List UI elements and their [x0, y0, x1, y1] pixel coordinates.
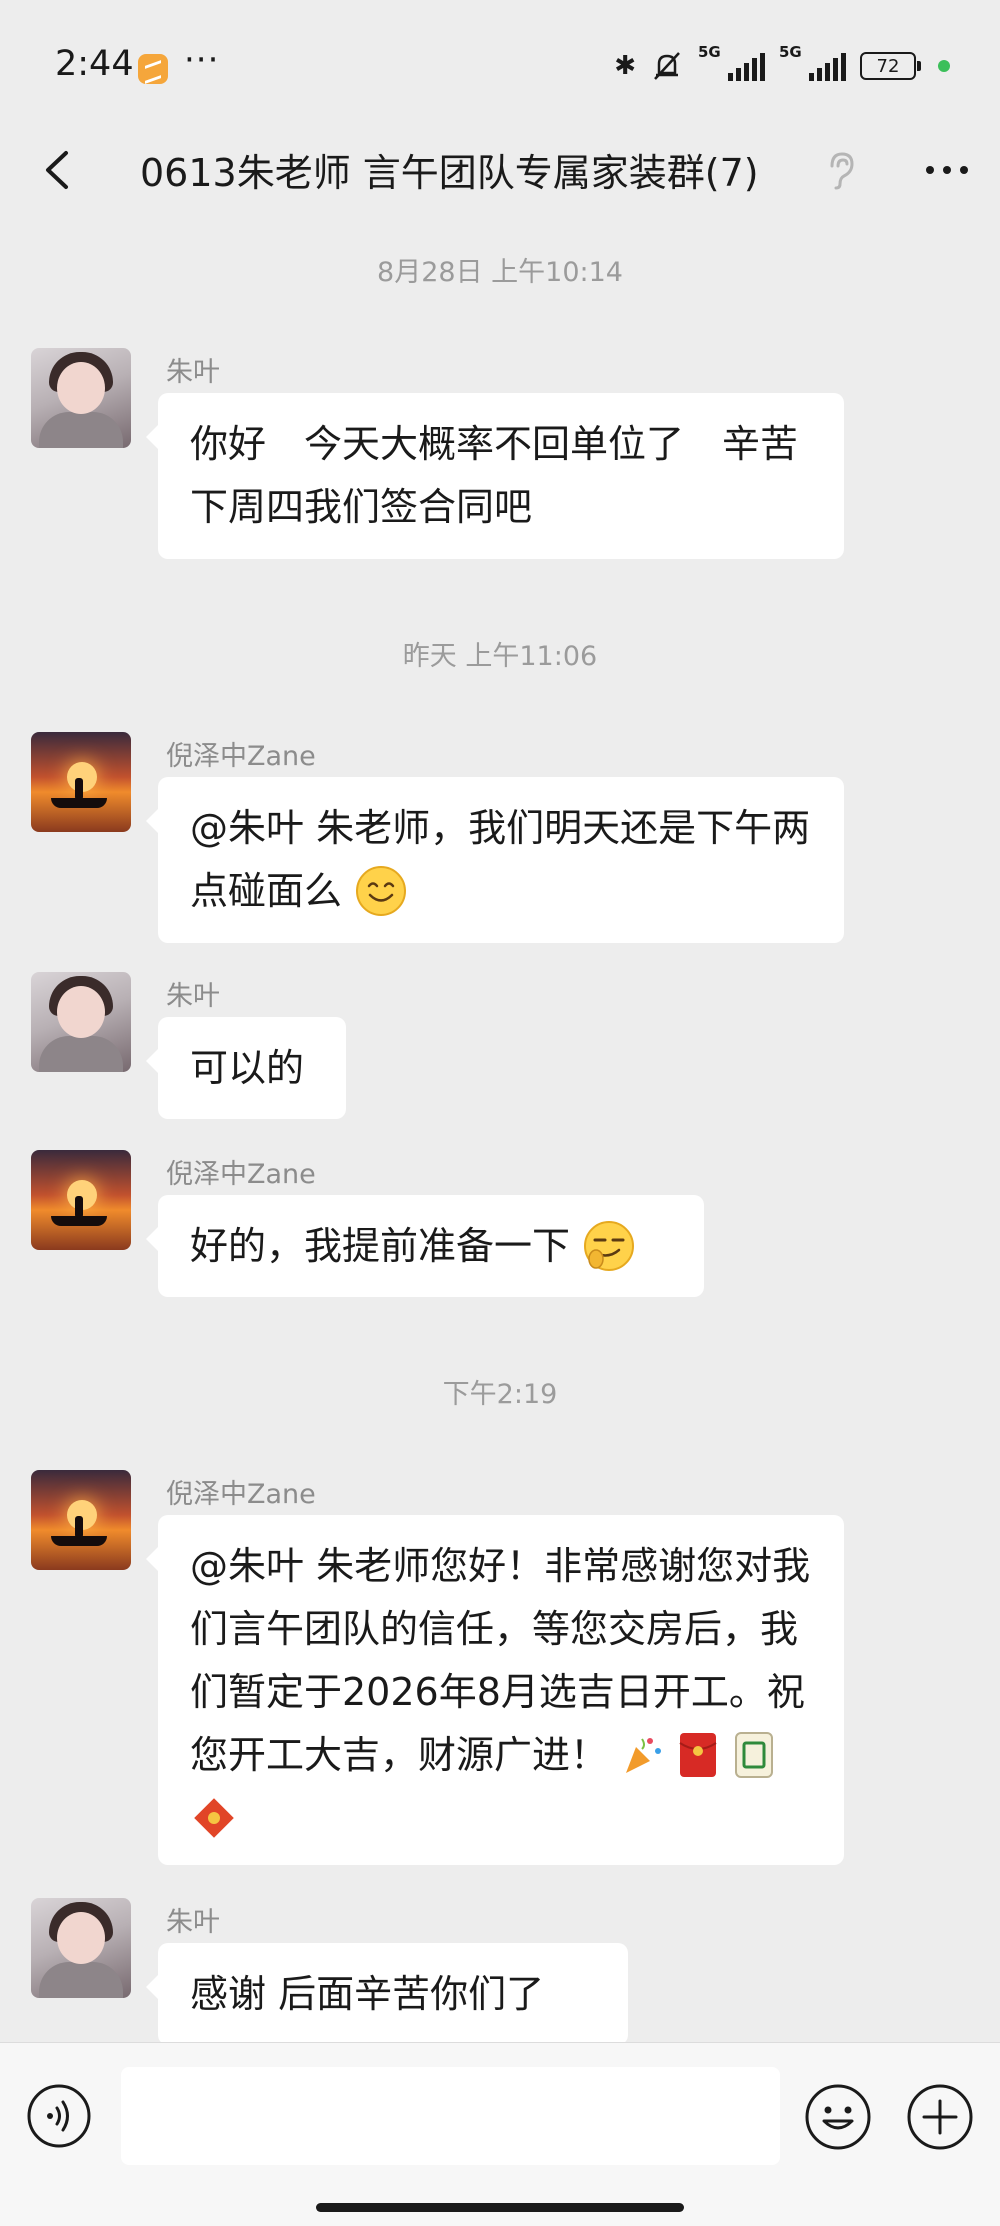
message-bubble[interactable]: 可以的	[146, 1017, 346, 1119]
sender-name: 倪泽中Zane	[166, 1479, 316, 1510]
smirk-emoji-icon	[584, 1220, 635, 1271]
message-text: 可以的	[190, 1046, 305, 1090]
status-dot	[938, 60, 950, 72]
input-bar	[0, 2042, 1000, 2226]
message-text: 你好 今天大概率不回单位了 辛苦下周四我们签合同吧	[190, 422, 799, 529]
plus-icon[interactable]	[906, 2083, 974, 2151]
message-bubble[interactable]: @朱叶 朱老师您好！非常感谢您对我们言午团队的信任，等您交房后，我们暂定于202…	[146, 1515, 844, 1865]
smile-emoji-icon	[356, 865, 407, 916]
avatar[interactable]	[31, 732, 131, 832]
avatar[interactable]	[31, 348, 131, 448]
battery-icon: 72	[860, 52, 921, 80]
party-popper-emoji-icon	[626, 1737, 662, 1773]
nav-bar: 0613朱老师 言午团队专属家装群(7)	[0, 120, 1000, 220]
status-right: ✱ 5G 5G 72	[614, 43, 950, 86]
signal-1-icon: 5G	[698, 43, 765, 81]
battery-level: 72	[876, 55, 900, 77]
mute-icon	[654, 52, 680, 80]
avatar[interactable]	[31, 972, 131, 1072]
avatar[interactable]	[31, 1470, 131, 1570]
sender-name: 倪泽中Zane	[166, 741, 316, 772]
more-button[interactable]	[922, 150, 972, 190]
message-bubble[interactable]: @朱叶 朱老师，我们明天还是下午两点碰面么	[146, 777, 844, 943]
bluetooth-icon: ✱	[614, 51, 636, 81]
chat-area[interactable]: 8月28日 上午10:14 朱叶 你好 今天大概率不回单位了 辛苦下周四我们签合…	[0, 220, 1000, 2042]
chat-title: 0613朱老师 言午团队专属家装群(7)	[140, 151, 759, 195]
network-2-label: 5G	[779, 43, 802, 61]
sender-name: 倪泽中Zane	[166, 1159, 316, 1190]
mahjong-fa-emoji-icon	[735, 1731, 774, 1778]
status-more: ···	[184, 40, 220, 80]
voice-icon[interactable]	[26, 2083, 92, 2149]
back-button[interactable]	[38, 145, 88, 195]
app-notification-icon	[138, 54, 168, 84]
message-bubble[interactable]: 你好 今天大概率不回单位了 辛苦下周四我们签合同吧	[146, 393, 844, 559]
network-1-label: 5G	[698, 43, 721, 61]
emoji-icon[interactable]	[804, 2083, 872, 2151]
sender-name: 朱叶	[166, 981, 220, 1012]
avatar[interactable]	[31, 1898, 131, 1998]
ear-icon[interactable]	[824, 150, 858, 190]
message-input[interactable]	[121, 2067, 780, 2165]
sender-name: 朱叶	[166, 1907, 220, 1938]
timestamp: 下午2:19	[442, 1379, 558, 1410]
fu-blessing-emoji-icon	[194, 1797, 234, 1838]
message-text: 好的，我提前准备一下	[190, 1224, 571, 1268]
home-indicator[interactable]	[316, 2203, 684, 2212]
message-text: 感谢 后面辛苦你们了	[190, 1972, 545, 2016]
status-time: 2:44	[55, 44, 134, 84]
message-bubble[interactable]: 好的，我提前准备一下	[146, 1195, 704, 1297]
message-bubble[interactable]: 感谢 后面辛苦你们了	[146, 1943, 628, 2042]
red-envelope-emoji-icon	[679, 1732, 717, 1777]
timestamp: 8月28日 上午10:14	[377, 257, 623, 288]
status-bar: 2:44 ··· ✱ 5G 5G 72	[0, 0, 1000, 130]
message-text: @朱叶 朱老师，我们明天还是下午两点碰面么	[190, 806, 811, 913]
timestamp: 昨天 上午11:06	[402, 641, 598, 672]
back-arrow-icon	[46, 151, 68, 189]
avatar[interactable]	[31, 1150, 131, 1250]
sender-name: 朱叶	[166, 357, 220, 388]
signal-2-icon: 5G	[779, 43, 846, 81]
